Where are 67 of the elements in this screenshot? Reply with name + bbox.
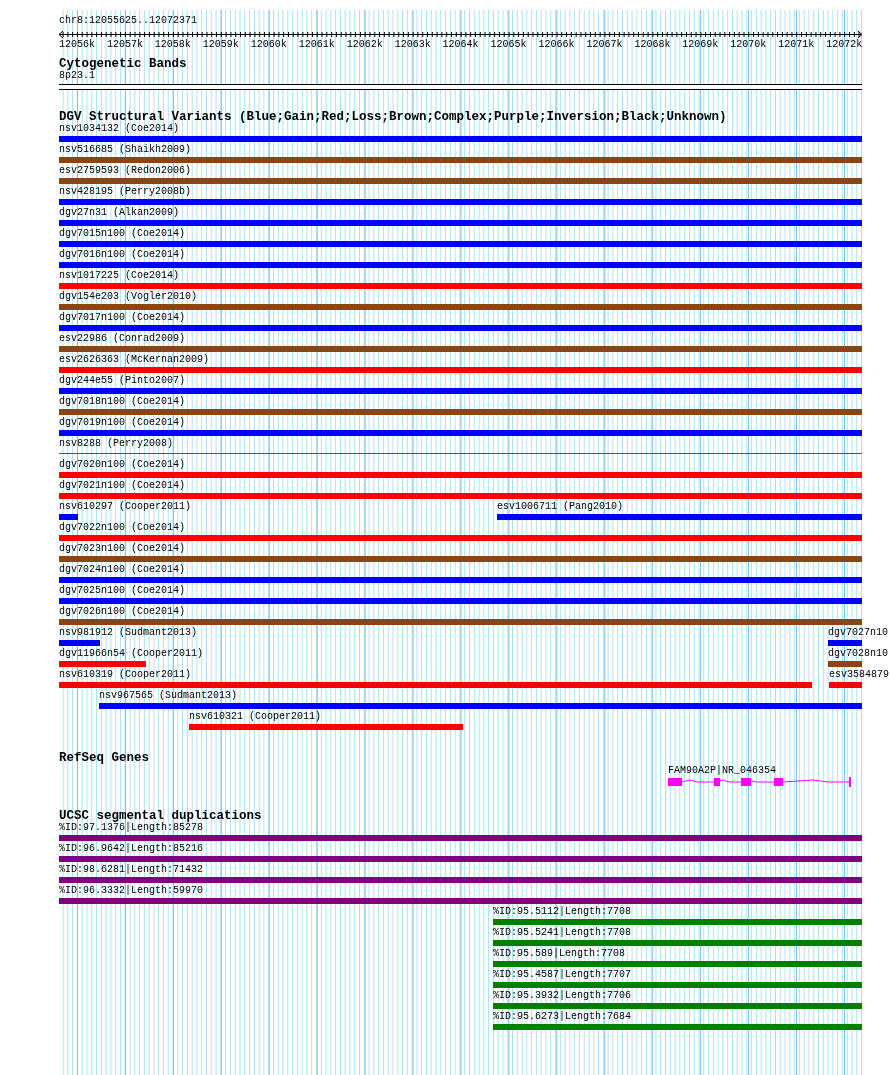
variant-label: nsv516685 (Shaikh2009) bbox=[59, 144, 192, 155]
tick-label: 12067k bbox=[586, 39, 623, 50]
variant-label: dgv7022n100 (Coe2014) bbox=[59, 522, 186, 533]
track-title: UCSC segmental duplications bbox=[59, 810, 263, 822]
tick-label: 12071k bbox=[778, 39, 815, 50]
variant-label: esv2759593 (Redon2006) bbox=[59, 165, 192, 176]
variant-label: esv3584879 bbox=[829, 669, 889, 680]
segdup-label: %ID:95.3932|Length:7706 bbox=[493, 990, 632, 1001]
variant-label: nsv967565 (Sudmant2013) bbox=[99, 690, 237, 701]
band-label: 8p23.1 bbox=[59, 70, 96, 81]
variant-label: nsv610297 (Cooper2011) bbox=[59, 501, 192, 512]
tick-label: 12057k bbox=[106, 39, 143, 50]
variant-label: dgv7027n10 bbox=[828, 627, 888, 638]
variant-label: dgv7024n100 (Coe2014) bbox=[59, 564, 186, 575]
segdup-label: %ID:95.4587|Length:7707 bbox=[493, 969, 632, 980]
variant-label: nsv1017225 (Coe2014) bbox=[59, 270, 180, 281]
segdup-label: %ID:95.6273|Length:7684 bbox=[493, 1011, 632, 1022]
tick-label: 12061k bbox=[298, 39, 335, 50]
variant-label: esv1006711 (Pang2010) bbox=[497, 501, 623, 512]
segdup-label: %ID:97.1376|Length:85278 bbox=[59, 822, 204, 833]
variant-label: dgv154e203 (Vogler2010) bbox=[59, 291, 198, 302]
tick-label: 12056k bbox=[58, 39, 95, 50]
tick-label: 12072k bbox=[826, 39, 863, 50]
variant-label: nsv1034132 (Coe2014) bbox=[59, 123, 180, 134]
variant-label: dgv7023n100 (Coe2014) bbox=[59, 543, 186, 554]
tick-label: 12068k bbox=[634, 39, 671, 50]
gene-label: FAM90A2P|NR_046354 bbox=[668, 765, 776, 776]
variant-label: dgv7028n10 bbox=[828, 648, 888, 659]
variant-label: nsv610321 (Cooper2011) bbox=[189, 711, 321, 722]
segdup-label: %ID:98.6281|Length:71432 bbox=[59, 864, 204, 875]
variant-label: esv22986 (Conrad2009) bbox=[59, 333, 186, 344]
segdup-label: %ID:95.5241|Length:7708 bbox=[493, 927, 632, 938]
variant-label: dgv27n31 (Alkan2009) bbox=[59, 207, 180, 218]
variant-label: nsv610319 (Cooper2011) bbox=[59, 669, 192, 680]
variant-label: dgv7017n100 (Coe2014) bbox=[59, 312, 186, 323]
variant-label: nsv428195 (Perry2008b) bbox=[59, 186, 192, 197]
variant-label: dgv7018n100 (Coe2014) bbox=[59, 396, 186, 407]
variant-label: dgv7025n100 (Coe2014) bbox=[59, 585, 186, 596]
tick-label: 12060k bbox=[250, 39, 287, 50]
variant-label: dgv7019n100 (Coe2014) bbox=[59, 417, 186, 428]
segdup-label: %ID:96.9642|Length:85216 bbox=[59, 843, 204, 854]
segdup-label: %ID:95.5112|Length:7708 bbox=[493, 906, 632, 917]
variant-label: esv2626363 (McKernan2009) bbox=[59, 354, 210, 365]
segdup-label: %ID:95.589|Length:7708 bbox=[493, 948, 626, 959]
tick-label: 12066k bbox=[538, 39, 575, 50]
track-title: Cytogenetic Bands bbox=[59, 58, 188, 70]
variant-label: dgv7016n100 (Coe2014) bbox=[59, 249, 186, 260]
track-title: DGV Structural Variants (Blue;Gain;Red;Loss;Brown;Complex;Purple;Inversion;Black;Unknown) bbox=[59, 111, 728, 123]
tick-label: 12069k bbox=[682, 39, 719, 50]
track-title: RefSeq Genes bbox=[59, 752, 150, 764]
variant-label: dgv7020n100 (Coe2014) bbox=[59, 459, 186, 470]
tick-label: 12059k bbox=[202, 39, 239, 50]
tick-label: 12062k bbox=[346, 39, 383, 50]
tick-label: 12070k bbox=[730, 39, 767, 50]
variant-label: dgv7021n100 (Coe2014) bbox=[59, 480, 186, 491]
tick-label: 12065k bbox=[490, 39, 527, 50]
segdup-label: %ID:96.3332|Length:59970 bbox=[59, 885, 204, 896]
variant-label: dgv244e55 (Pinto2007) bbox=[59, 375, 186, 386]
variant-label: nsv981912 (Sudmant2013) bbox=[59, 627, 198, 638]
variant-label: nsv8288 (Perry2008) bbox=[59, 438, 174, 449]
position-label: chr8:12055625..12072371 bbox=[59, 15, 199, 26]
variant-label: dgv7026n100 (Coe2014) bbox=[59, 606, 186, 617]
tick-label: 12063k bbox=[394, 39, 431, 50]
tick-label: 12064k bbox=[442, 39, 479, 50]
variant-label: dgv7015n100 (Coe2014) bbox=[59, 228, 186, 239]
variant-label: dgv11966n54 (Cooper2011) bbox=[59, 648, 204, 659]
tick-label: 12058k bbox=[154, 39, 191, 50]
